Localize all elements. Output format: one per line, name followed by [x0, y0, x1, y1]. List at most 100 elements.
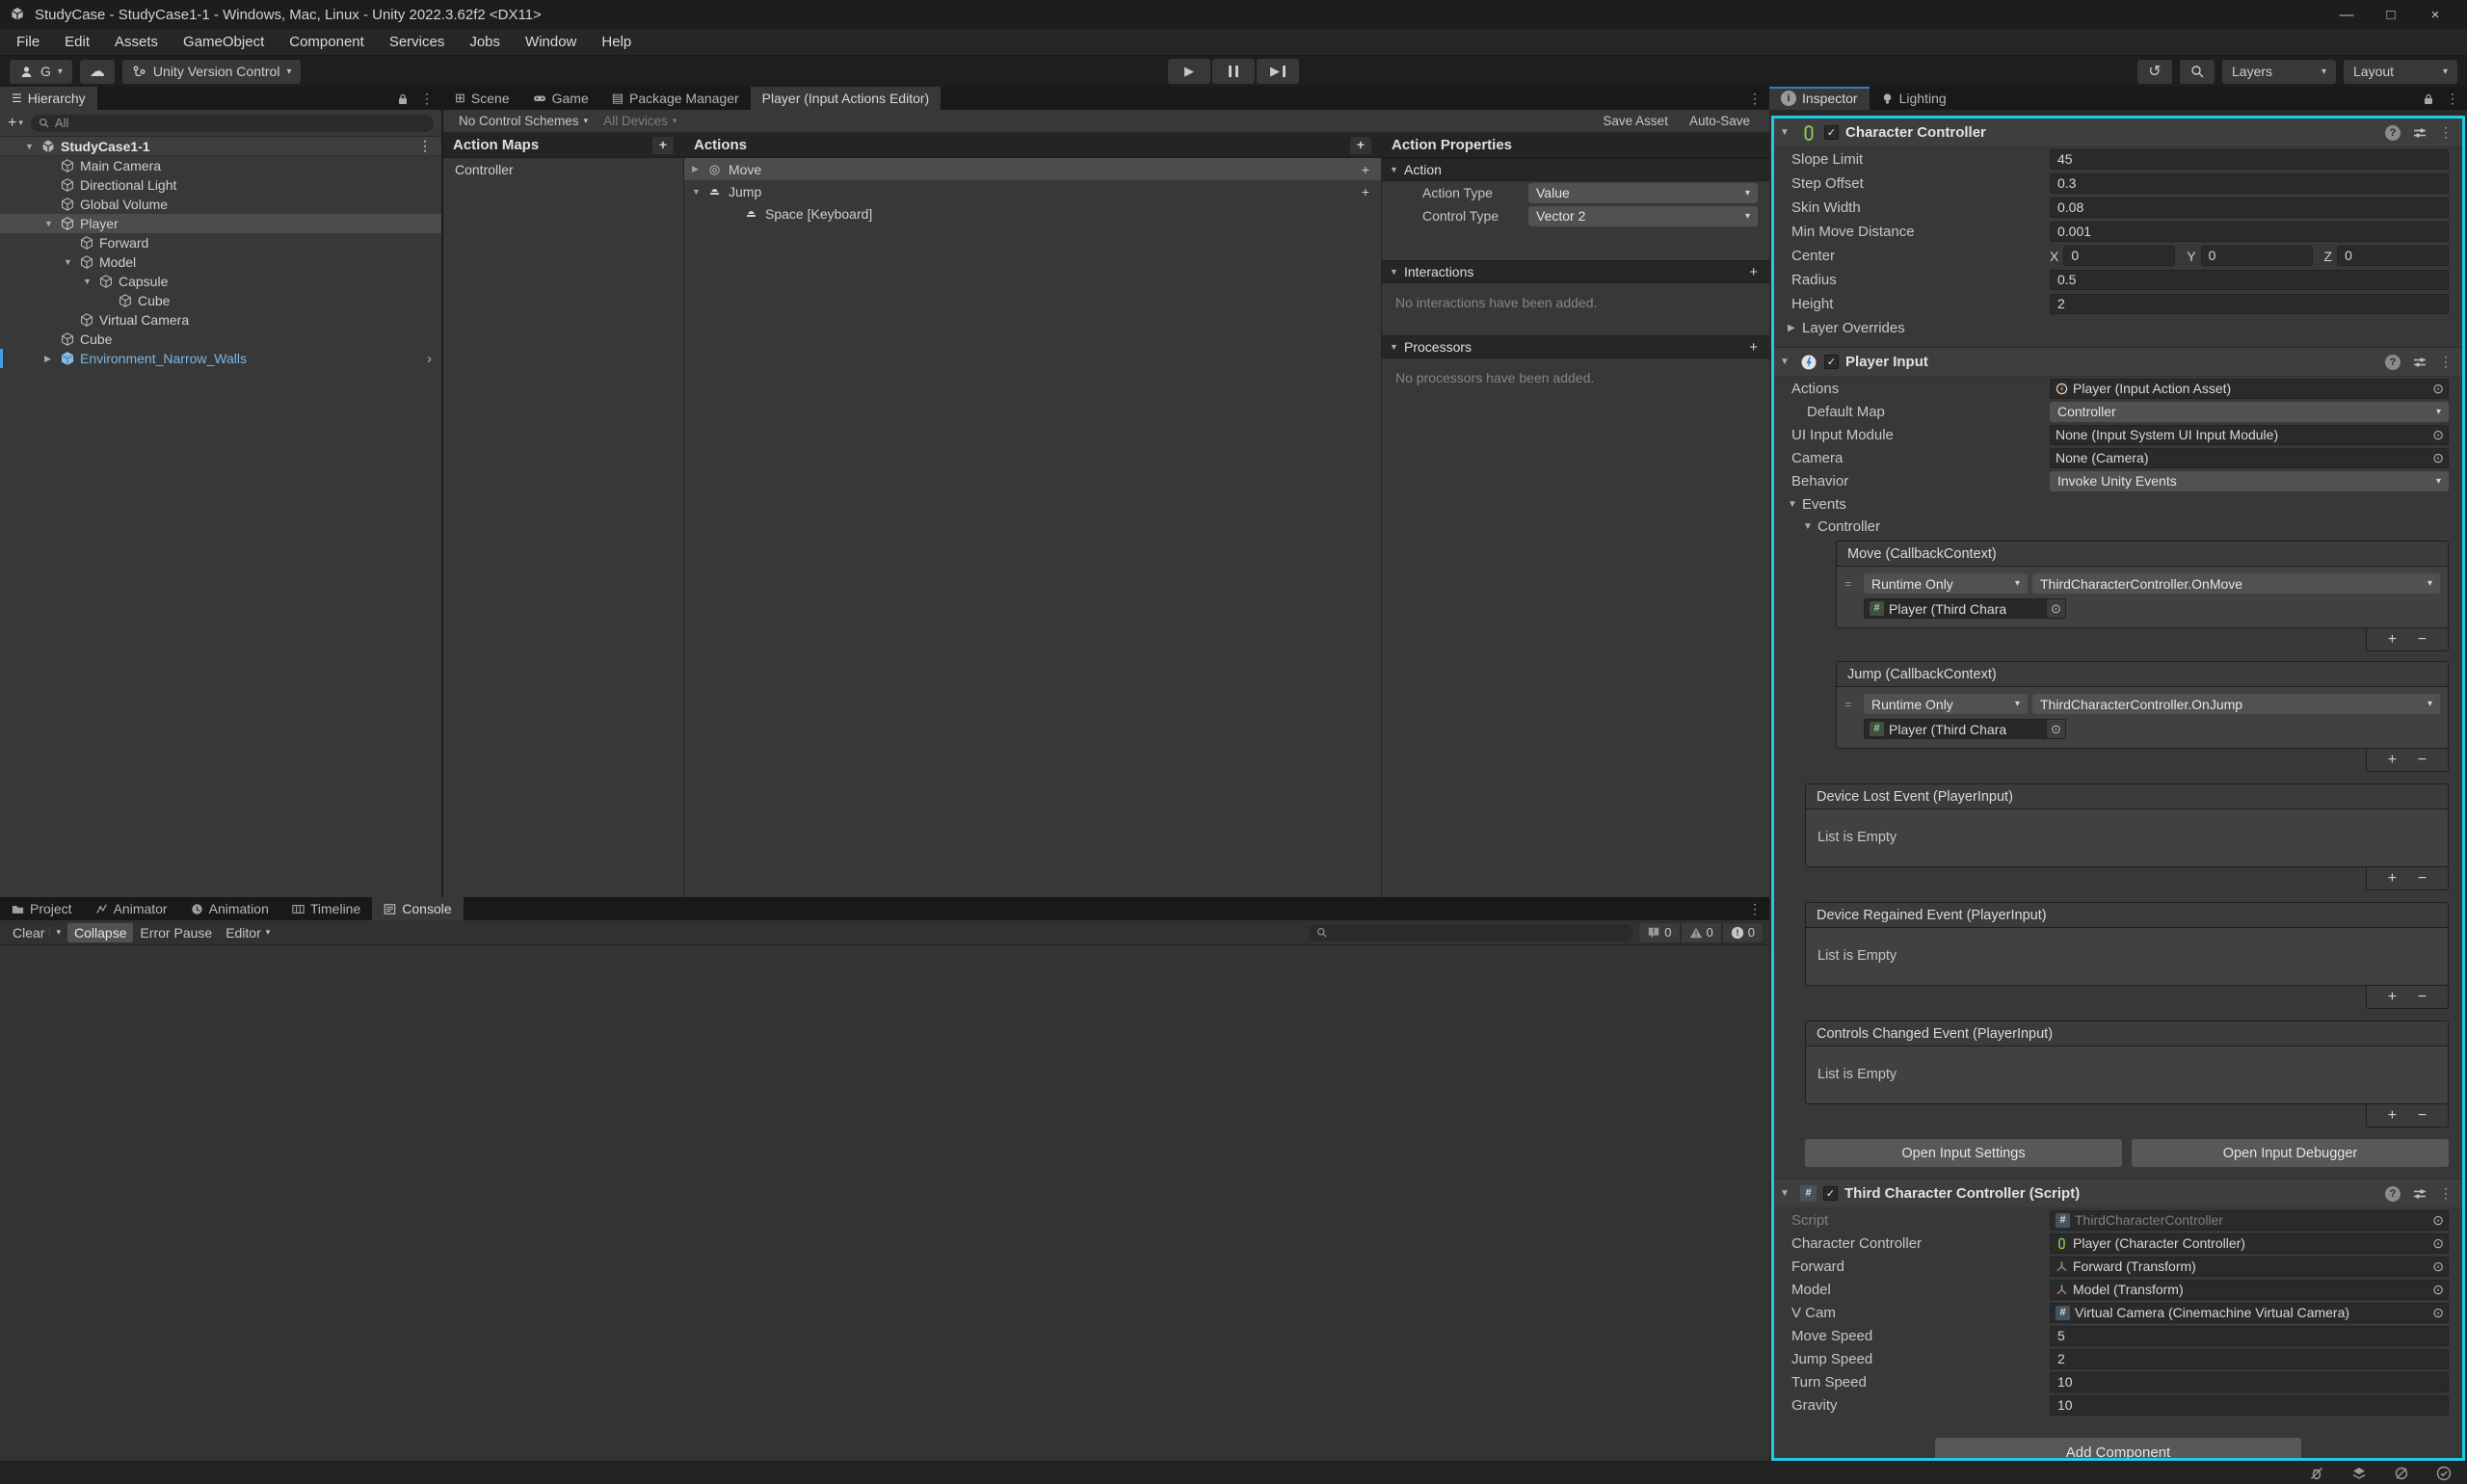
help-icon[interactable]: ?	[2385, 125, 2401, 141]
object-picker-icon[interactable]: ⊙	[2428, 1305, 2448, 1321]
event-function-dropdown[interactable]: ThirdCharacterController.OnMove ▾	[2032, 573, 2440, 594]
presets-icon[interactable]	[2413, 126, 2427, 140]
tree-row[interactable]: Global Volume	[0, 195, 441, 214]
tree-row-prefab[interactable]: ▶ Environment_Narrow_Walls ›	[0, 349, 441, 368]
add-binding-button[interactable]: +	[1362, 184, 1373, 199]
play-button[interactable]: ▶	[1168, 59, 1210, 84]
forward-object-field[interactable]: Forward (Transform) ⊙	[2050, 1257, 2449, 1277]
event-mode-dropdown[interactable]: Runtime Only ▾	[1864, 573, 2028, 594]
foldout-icon[interactable]: ▼	[44, 219, 60, 228]
enabled-checkbox[interactable]: ✓	[1824, 125, 1839, 140]
editor-dropdown[interactable]: Editor ▾	[219, 923, 277, 942]
add-processor-button[interactable]: +	[1749, 339, 1762, 356]
add-event-button[interactable]: +	[2388, 753, 2397, 768]
tree-row-selected[interactable]: ▼ Player	[0, 214, 441, 233]
remove-event-button[interactable]: −	[2418, 871, 2427, 887]
version-control-dropdown[interactable]: Unity Version Control ▾	[122, 60, 302, 84]
tree-row[interactable]: ▼ Capsule	[0, 272, 441, 291]
tree-row[interactable]: Cube	[0, 291, 441, 310]
tab-console[interactable]: Console	[372, 897, 463, 920]
tab-animation[interactable]: Animation	[179, 897, 280, 920]
add-event-button[interactable]: +	[2388, 990, 2397, 1005]
actions-object-field[interactable]: Player (Input Action Asset) ⊙	[2050, 379, 2449, 399]
control-type-dropdown[interactable]: Vector 2 ▾	[1528, 206, 1758, 226]
add-event-button[interactable]: +	[2388, 632, 2397, 648]
progress-check-icon[interactable]	[2436, 1466, 2452, 1481]
clear-button[interactable]: Clear ▾	[6, 923, 67, 942]
default-map-dropdown[interactable]: Controller ▾	[2050, 402, 2449, 422]
info-count-toggle[interactable]: ! 0	[1638, 922, 1680, 943]
object-picker-icon[interactable]: ⊙	[2428, 450, 2448, 466]
binding-row-space-keyboard[interactable]: Space [Keyboard]	[684, 202, 1381, 225]
center-x-input[interactable]: 0	[2063, 246, 2175, 266]
character-controller-object-field[interactable]: Player (Character Controller) ⊙	[2050, 1233, 2449, 1254]
event-mode-dropdown[interactable]: Runtime Only ▾	[1864, 694, 2028, 714]
ui-input-module-object-field[interactable]: None (Input System UI Input Module) ⊙	[2050, 425, 2449, 445]
open-input-settings-button[interactable]: Open Input Settings	[1805, 1139, 2122, 1167]
tree-row[interactable]: Main Camera	[0, 156, 441, 175]
tab-game[interactable]: Game	[521, 87, 600, 110]
object-picker-icon[interactable]: ⊙	[2428, 1259, 2448, 1275]
hierarchy-search-input[interactable]: All	[31, 115, 434, 132]
remove-event-button[interactable]: −	[2418, 990, 2427, 1005]
remove-event-button[interactable]: −	[2418, 1108, 2427, 1124]
controller-foldout[interactable]: ▼ Controller	[1774, 516, 2462, 537]
menu-help[interactable]: Help	[589, 34, 644, 50]
action-row-move[interactable]: ▶ ◎ Move +	[684, 158, 1381, 180]
layer-overrides-foldout[interactable]: ▶ Layer Overrides	[1774, 316, 2462, 339]
object-picker-icon[interactable]: ⊙	[2046, 720, 2065, 738]
menu-jobs[interactable]: Jobs	[457, 34, 513, 50]
tab-package-manager[interactable]: ▤ Package Manager	[600, 87, 751, 110]
enabled-checkbox[interactable]: ✓	[1824, 355, 1839, 369]
menu-file[interactable]: File	[4, 34, 52, 50]
remove-event-button[interactable]: −	[2418, 632, 2427, 648]
step-button[interactable]: ▶	[1257, 59, 1299, 84]
model-object-field[interactable]: Model (Transform) ⊙	[2050, 1280, 2449, 1300]
component-kebab-icon[interactable]: ⋮	[2439, 124, 2453, 141]
minimize-button[interactable]: —	[2324, 7, 2369, 23]
foldout-icon[interactable]: ▼	[83, 277, 98, 286]
tree-row[interactable]: Cube	[0, 330, 441, 349]
help-icon[interactable]: ?	[2385, 355, 2401, 370]
error-count-toggle[interactable]: ! 0	[1722, 922, 1764, 943]
editor-kebab-icon[interactable]: ⋮	[1748, 91, 1762, 107]
menu-edit[interactable]: Edit	[52, 34, 102, 50]
tab-inspector[interactable]: i Inspector	[1769, 87, 1870, 110]
enabled-checkbox[interactable]: ✓	[1823, 1186, 1838, 1201]
object-picker-icon[interactable]: ⊙	[2046, 599, 2065, 618]
foldout-icon[interactable]: ▼	[1780, 127, 1793, 138]
remove-event-button[interactable]: −	[2418, 753, 2427, 768]
add-event-button[interactable]: +	[2388, 1108, 2397, 1124]
third-character-controller-header[interactable]: ▼ # ✓ Third Character Controller (Script…	[1774, 1179, 2462, 1208]
console-kebab-icon[interactable]: ⋮	[1748, 901, 1762, 917]
tab-timeline[interactable]: Timeline	[280, 897, 372, 920]
add-component-button[interactable]: Add Component	[1935, 1438, 2301, 1461]
events-foldout[interactable]: ▼ Events	[1774, 492, 2462, 516]
script-object-field[interactable]: # ThirdCharacterController ⊙	[2050, 1210, 2449, 1231]
collapse-toggle[interactable]: Collapse	[67, 923, 133, 942]
character-controller-header[interactable]: ▼ ✓ Character Controller ? ⋮	[1774, 119, 2462, 147]
foldout-icon[interactable]: ▼	[25, 142, 40, 151]
menu-services[interactable]: Services	[377, 34, 458, 50]
drag-handle-icon[interactable]: =	[1844, 576, 1859, 591]
drag-handle-icon[interactable]: =	[1844, 697, 1859, 711]
open-input-debugger-button[interactable]: Open Input Debugger	[2132, 1139, 2449, 1167]
save-asset-button[interactable]: Save Asset	[1603, 114, 1668, 128]
object-picker-icon[interactable]: ⊙	[2428, 1212, 2448, 1229]
action-section-header[interactable]: ▼ Action	[1382, 158, 1769, 181]
foldout-icon[interactable]: ▼	[64, 257, 79, 267]
foldout-icon[interactable]: ▶	[692, 164, 707, 174]
object-picker-icon[interactable]: ⊙	[2428, 427, 2448, 443]
add-binding-button[interactable]: +	[1362, 162, 1373, 177]
skin-width-input[interactable]: 0.08	[2050, 198, 2449, 218]
undo-history-button[interactable]: ↺	[2137, 60, 2172, 84]
min-move-distance-input[interactable]: 0.001	[2050, 222, 2449, 242]
move-speed-input[interactable]: 5	[2050, 1326, 2449, 1346]
foldout-icon[interactable]: ▼	[1780, 1188, 1793, 1199]
visibility-disabled-icon[interactable]	[2394, 1466, 2409, 1481]
maximize-button[interactable]: □	[2369, 7, 2413, 23]
component-kebab-icon[interactable]: ⋮	[2439, 354, 2453, 370]
lock-icon[interactable]	[397, 93, 409, 105]
tree-row-scene[interactable]: ▼ StudyCase1-1 ⋮	[0, 137, 441, 156]
search-everything-button[interactable]	[2180, 60, 2215, 84]
